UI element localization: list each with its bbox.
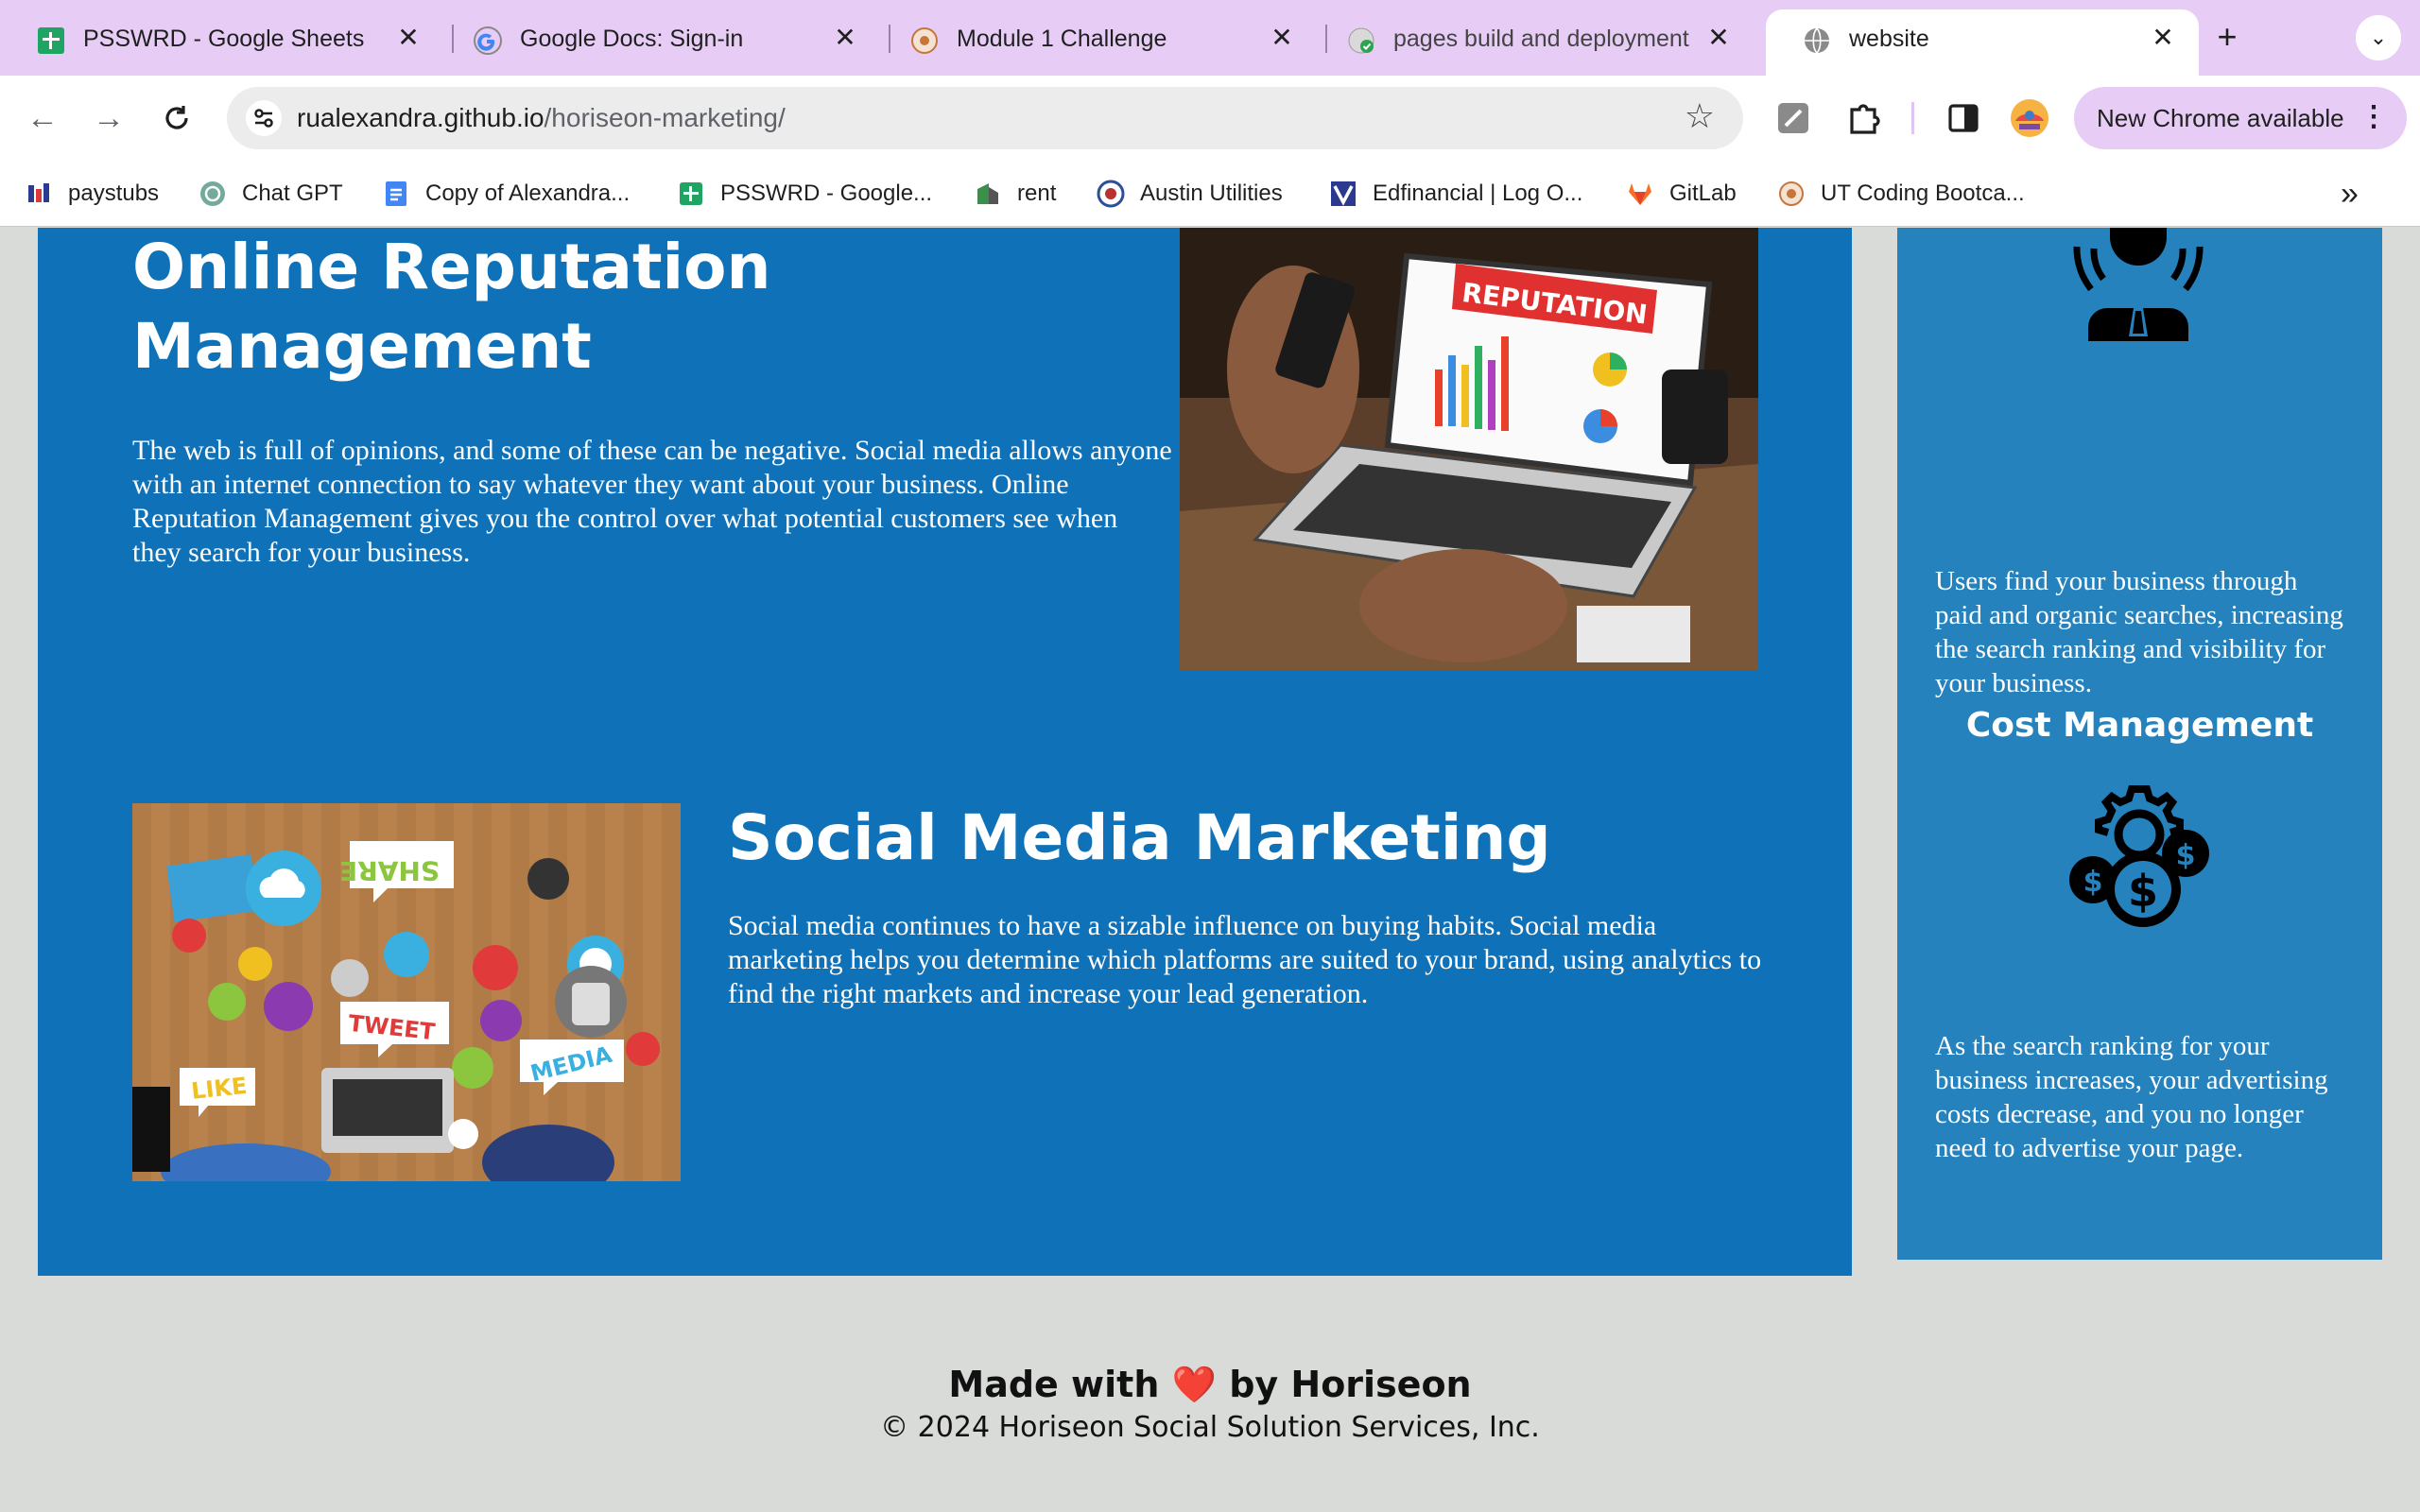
tab-pages-build-deployment[interactable]: pages build and deployment ✕ [1310,9,1754,66]
made-with-suffix: by Horiseon [1229,1364,1472,1405]
chatgpt-icon [200,181,225,206]
tab-title: website [1849,26,1929,52]
google-sheets-icon [38,27,64,54]
forward-arrow-icon[interactable]: → [87,96,130,140]
tab-psswrd-sheets[interactable]: PSSWRD - Google Sheets ✕ [0,9,444,66]
tab-title: pages build and deployment [1393,26,1689,52]
bookmark-label: Chat GPT [242,180,343,206]
bookmark-label: paystubs [68,180,160,206]
toolbar-divider [1911,102,1914,134]
austin-seal-icon [1097,180,1125,208]
cost-management-heading: Cost Management [1965,706,2314,745]
google-icon [474,26,502,55]
github-icon [1348,27,1374,54]
made-with-prefix: Made with [948,1364,1160,1405]
bookmark-paystubs[interactable]: paystubs [25,178,159,210]
heart-icon: ❤️ [1171,1364,1217,1405]
copyright-text: © 2024 Horiseon Social Solution Services… [880,1411,1540,1444]
tab-title: Google Docs: Sign-in [520,26,744,52]
made-with-line: Made with ❤️ by Horiseon [0,1362,2420,1407]
close-tab-icon[interactable]: ✕ [2148,23,2178,53]
tab-title: Module 1 Challenge [957,26,1167,52]
kebab-menu-icon[interactable]: ⋮ [2360,98,2388,136]
service-title: Social Media Marketing [728,801,1551,874]
new-tab-button[interactable]: + [2208,19,2246,57]
bookmark-copy-of-alexandra[interactable]: Copy of Alexandra... [382,178,630,210]
service-description: Social media continues to have a sizable… [728,910,1762,1009]
bookmark-gitlab[interactable]: GitLab [1626,178,1737,210]
social-media-table-image: SHARE TWEET LIKE MEDIA [132,803,681,1181]
bookmark-label: Austin Utilities [1140,180,1283,206]
bookmark-austin-utilities[interactable]: Austin Utilities [1097,178,1283,210]
service-title: Online Reputation Management [132,231,771,383]
bookmark-star-icon[interactable]: ☆ [1685,96,1715,136]
reputation-laptop-image: REPUTATION [1180,228,1758,670]
bookmark-rent[interactable]: rent [974,178,1056,210]
bookmark-label: Copy of Alexandra... [425,180,631,206]
tab-google-docs-signin[interactable]: Google Docs: Sign-in ✕ [437,9,881,66]
bookmark-label: GitLab [1669,180,1737,206]
extension-editor-icon[interactable] [1773,98,1813,138]
bootcamp-icon [1779,181,1804,206]
bookmark-label: Edfinancial | Log O... [1373,180,1583,206]
cost-management-text: As the search ranking for your business … [1935,1031,2328,1163]
tab-strip: PSSWRD - Google Sheets ✕ Google Docs: Si… [0,0,2420,76]
edfinancial-icon [1331,181,1356,206]
new-chrome-available-button[interactable]: New Chrome available ⋮ [2074,87,2407,149]
bookmark-psswrd-google[interactable]: PSSWRD - Google... [677,178,932,210]
bookmarks-bar: paystubs Chat GPT Copy of Alexandra... P… [0,161,2420,227]
gitlab-icon [1629,183,1651,205]
svg-text:$: $ [2083,866,2103,899]
service-social-media-marketing: SHARE TWEET LIKE MEDIA Social Media Mark… [38,709,1852,1276]
browser-toolbar: ← → rualexandra.github.io/horiseon-marke… [0,76,2420,161]
bookmark-chat-gpt[interactable]: Chat GPT [199,178,343,210]
bookmark-label: UT Coding Bootca... [1821,180,2025,206]
url-host: rualexandra.github.io [297,103,544,132]
benefits-sidebar: Users find your business through paid an… [1897,228,2382,1260]
reload-icon[interactable] [155,96,199,140]
tab-search-chevron-icon[interactable]: ⌄ [2356,15,2401,60]
bookmark-label: PSSWRD - Google... [720,180,933,206]
paystubs-icon [28,183,49,202]
page-footer: Made with ❤️ by Horiseon © 2024 Horiseon… [0,1362,2420,1449]
google-sheets-icon [680,182,702,205]
extensions-puzzle-icon[interactable] [1843,98,1883,138]
tab-title: PSSWRD - Google Sheets [83,26,365,52]
page-viewport[interactable]: Online Reputation Management The web is … [0,228,2420,1512]
close-tab-icon[interactable]: ✕ [1703,23,1734,53]
service-description: The web is full of opinions, and some of… [132,435,1172,568]
bookmark-ut-coding-bootcamp[interactable]: UT Coding Bootca... [1777,178,2025,210]
side-panel-icon[interactable] [1944,98,1983,138]
url-path: /horiseon-marketing/ [544,103,786,132]
site-info-tune-icon[interactable] [246,100,282,136]
url-text: rualexandra.github.io/horiseon-marketing… [297,103,786,133]
update-label: New Chrome available [2097,104,2344,132]
svg-text:$: $ [2176,839,2196,872]
globe-icon [1805,27,1829,54]
profile-avatar[interactable] [2010,98,2049,138]
bookmark-edfinancial[interactable]: Edfinancial | Log O... [1329,178,1582,210]
google-docs-icon [386,181,406,206]
cost-management-coins-icon: $ $ $ [2069,785,2209,927]
more-bookmarks-chevron-icon[interactable]: » [2341,176,2359,213]
svg-text:$: $ [2128,866,2158,917]
close-tab-icon[interactable]: ✕ [1267,23,1297,53]
brand-awareness-lightbulb-icon [2073,228,2204,341]
tab-module-1-challenge[interactable]: Module 1 Challenge ✕ [873,9,1318,66]
tab-website[interactable]: website ✕ [1766,9,2199,76]
share-word: SHARE [339,855,440,886]
back-arrow-icon[interactable]: ← [21,96,64,140]
bootcamp-icon [911,27,938,54]
brand-awareness-text: Users find your business through paid an… [1935,566,2343,698]
bookmark-label: rent [1017,180,1057,206]
address-bar[interactable]: rualexandra.github.io/horiseon-marketing… [227,87,1743,149]
close-tab-icon[interactable]: ✕ [393,23,424,53]
close-tab-icon[interactable]: ✕ [830,23,860,53]
rent-icon [977,183,998,204]
